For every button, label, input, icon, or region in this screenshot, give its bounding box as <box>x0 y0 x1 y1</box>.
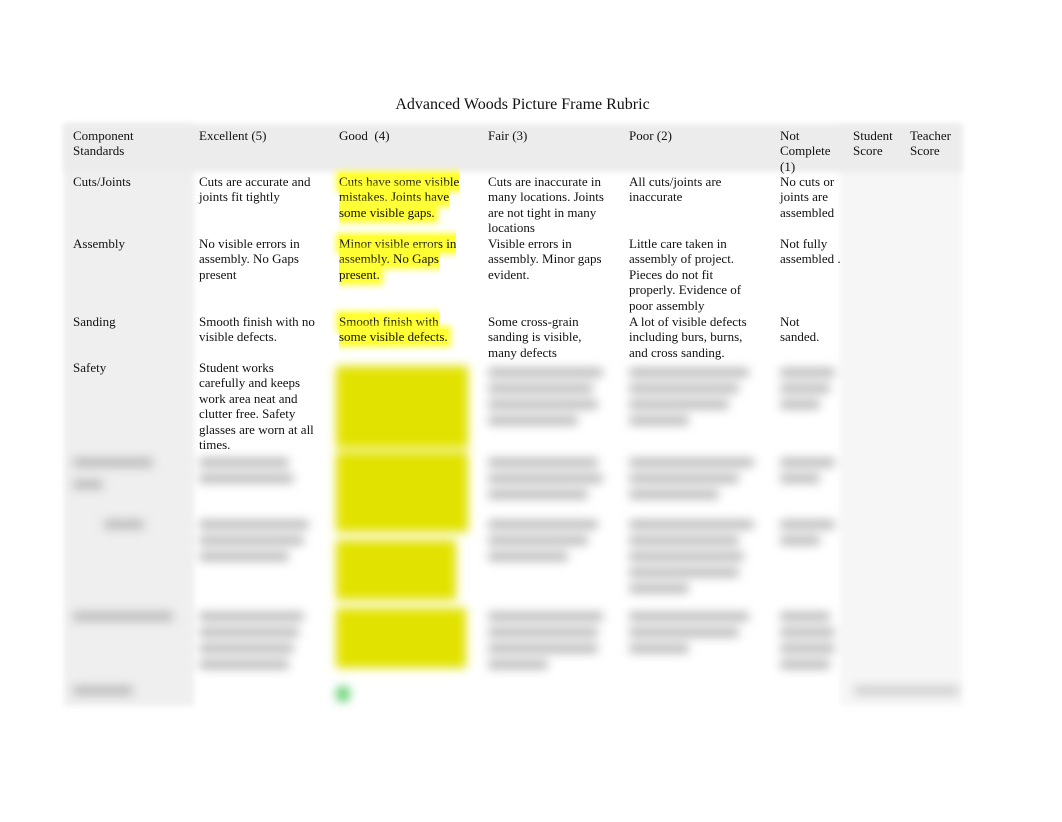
row-assembly-excellent: No visible errors in assembly. No Gaps p… <box>199 236 300 282</box>
header-not-complete: Not Complete (1) <box>780 128 831 174</box>
header-poor: Poor (2) <box>629 128 672 143</box>
row-sanding-fair: Some cross-grain sanding is visible, man… <box>488 314 582 360</box>
row-sanding-not-complete: Not sanded. <box>780 314 820 345</box>
row-assembly-fair: Visible errors in assembly. Minor gaps e… <box>488 236 602 282</box>
header-fair: Fair (3) <box>488 128 528 143</box>
row-assembly-component: Assembly <box>73 236 125 251</box>
row-assembly-poor: Little care taken in assembly of project… <box>629 236 742 313</box>
row-cuts-component: Cuts/Joints <box>73 174 131 189</box>
rubric-table: Component Standards Excellent (5) Good (… <box>64 124 962 706</box>
header-component: Component Standards <box>73 128 134 159</box>
row-cuts-not-complete: No cuts or joints are assembled <box>780 174 835 220</box>
row-assembly-good: Minor visible errors in assembly. No Gap… <box>339 236 457 282</box>
row-cuts-excellent: Cuts are accurate and joints fit tightly <box>199 174 311 205</box>
row-assembly-not-complete: Not fully assembled . <box>780 236 841 267</box>
header-student-score: Student Score <box>853 128 893 159</box>
row-sanding-excellent: Smooth finish with no visible defects. <box>199 314 315 345</box>
row-sanding-poor: A lot of visible defects including burs,… <box>629 314 747 360</box>
row-cuts-poor: All cuts/joints are inaccurate <box>629 174 722 205</box>
row-sanding-good: Smooth finish with some visible defects. <box>339 314 448 345</box>
row-cuts-fair: Cuts are inaccurate in many locations. J… <box>488 174 604 236</box>
row-cuts-good: Cuts have some visible mistakes. Joints … <box>339 174 460 220</box>
blurred-preview-region <box>64 360 962 706</box>
header-good: Good (4) <box>339 128 390 143</box>
row-sanding-component: Sanding <box>73 314 116 329</box>
page-title: Advanced Woods Picture Frame Rubric <box>395 96 650 113</box>
header-teacher-score: Teacher Score <box>910 128 951 159</box>
header-excellent: Excellent (5) <box>199 128 267 143</box>
